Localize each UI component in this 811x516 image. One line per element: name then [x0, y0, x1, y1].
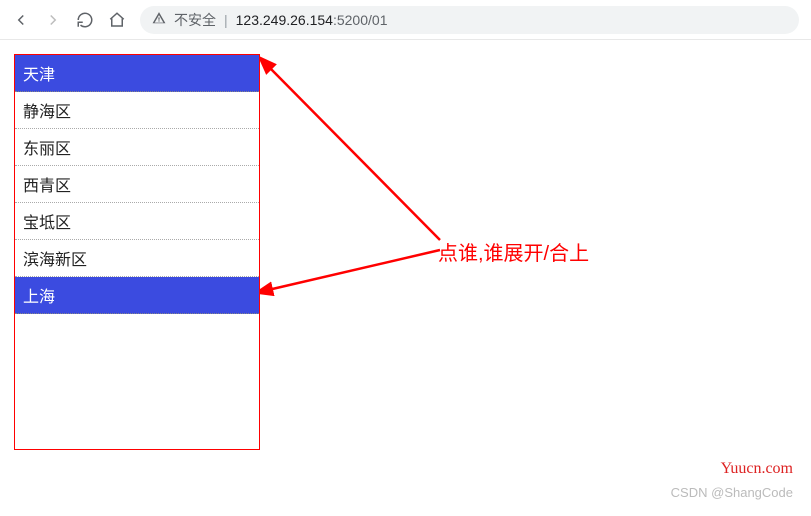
- annotation-arrow-icon: [260, 50, 450, 300]
- back-button[interactable]: [12, 11, 30, 29]
- warning-icon: [152, 11, 166, 28]
- reload-button[interactable]: [76, 11, 94, 29]
- home-button[interactable]: [108, 11, 126, 29]
- accordion-list: 天津 静海区 东丽区 西青区 宝坻区 滨海新区 上海: [14, 54, 260, 450]
- list-item[interactable]: 西青区: [15, 166, 259, 203]
- list-item[interactable]: 宝坻区: [15, 203, 259, 240]
- address-bar[interactable]: 不安全 | 123.249.26.154:5200/01: [140, 6, 799, 34]
- list-item[interactable]: 东丽区: [15, 129, 259, 166]
- watermark-author: CSDN @ShangCode: [671, 485, 793, 500]
- security-label: 不安全: [174, 10, 216, 30]
- list-item[interactable]: 静海区: [15, 92, 259, 129]
- separator: |: [224, 12, 228, 28]
- accordion-header-shanghai[interactable]: 上海: [15, 277, 259, 314]
- url-text: 123.249.26.154:5200/01: [236, 12, 388, 28]
- page-content: 天津 静海区 东丽区 西青区 宝坻区 滨海新区 上海 点谁,谁展开/合上: [0, 40, 811, 464]
- accordion-header-tianjin[interactable]: 天津: [15, 55, 259, 92]
- browser-toolbar: 不安全 | 123.249.26.154:5200/01: [0, 0, 811, 40]
- forward-button[interactable]: [44, 11, 62, 29]
- watermark-site: Yuucn.com: [721, 460, 793, 478]
- annotation-text: 点谁,谁展开/合上: [438, 237, 589, 266]
- list-item[interactable]: 滨海新区: [15, 240, 259, 277]
